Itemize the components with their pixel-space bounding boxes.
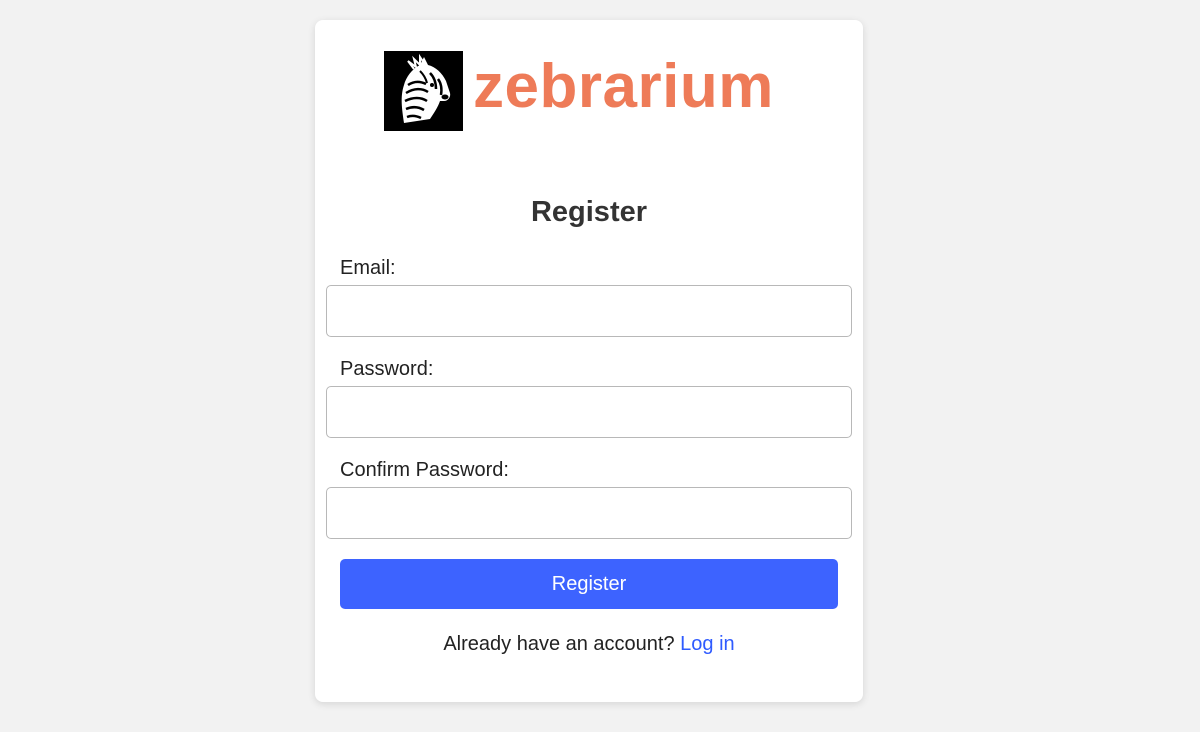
register-card: zebrarium Register Email: Password: Conf… (315, 20, 863, 702)
email-label: Email: (340, 257, 396, 279)
login-link[interactable]: Log in (680, 633, 735, 655)
confirm-password-input[interactable] (326, 487, 852, 539)
password-input[interactable] (326, 386, 852, 438)
page-title: Register (530, 196, 648, 228)
login-prompt: Already have an account? Log in (315, 633, 863, 656)
confirm-password-label: Confirm Password: (340, 459, 509, 481)
register-button[interactable]: Register (340, 559, 838, 609)
password-label: Password: (340, 358, 434, 380)
brand-logo: zebrarium (384, 51, 774, 131)
email-input[interactable] (326, 285, 852, 337)
brand-name: zebrarium (473, 52, 774, 121)
zebra-head-icon (384, 51, 463, 131)
login-prompt-text: Already have an account? (443, 633, 675, 655)
